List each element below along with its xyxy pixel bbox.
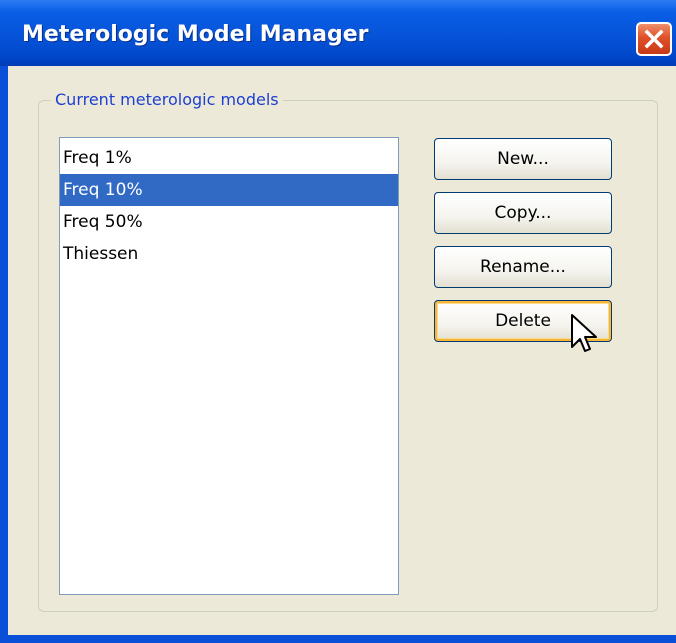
list-item-freq-50[interactable]: Freq 50% [60, 206, 398, 238]
list-item-thiessen[interactable]: Thiessen [60, 238, 398, 270]
copy-button[interactable]: Copy... [434, 192, 612, 234]
close-icon [644, 29, 664, 49]
groupbox-label: Current meterologic models [51, 89, 283, 111]
dialog-window: Meterologic Model Manager Current metero… [0, 0, 676, 643]
list-item-freq-1[interactable]: Freq 1% [60, 142, 398, 174]
rename-button[interactable]: Rename... [434, 246, 612, 288]
mouse-pointer-icon [571, 314, 597, 352]
window-bottom-border [0, 635, 676, 643]
list-item-freq-10[interactable]: Freq 10% [60, 174, 398, 206]
title-bar[interactable]: Meterologic Model Manager [0, 0, 676, 66]
window-title: Meterologic Model Manager [22, 22, 369, 47]
models-listbox[interactable]: Freq 1% Freq 10% Freq 50% Thiessen [59, 137, 399, 595]
close-button[interactable] [636, 22, 672, 56]
new-button[interactable]: New... [434, 138, 612, 180]
